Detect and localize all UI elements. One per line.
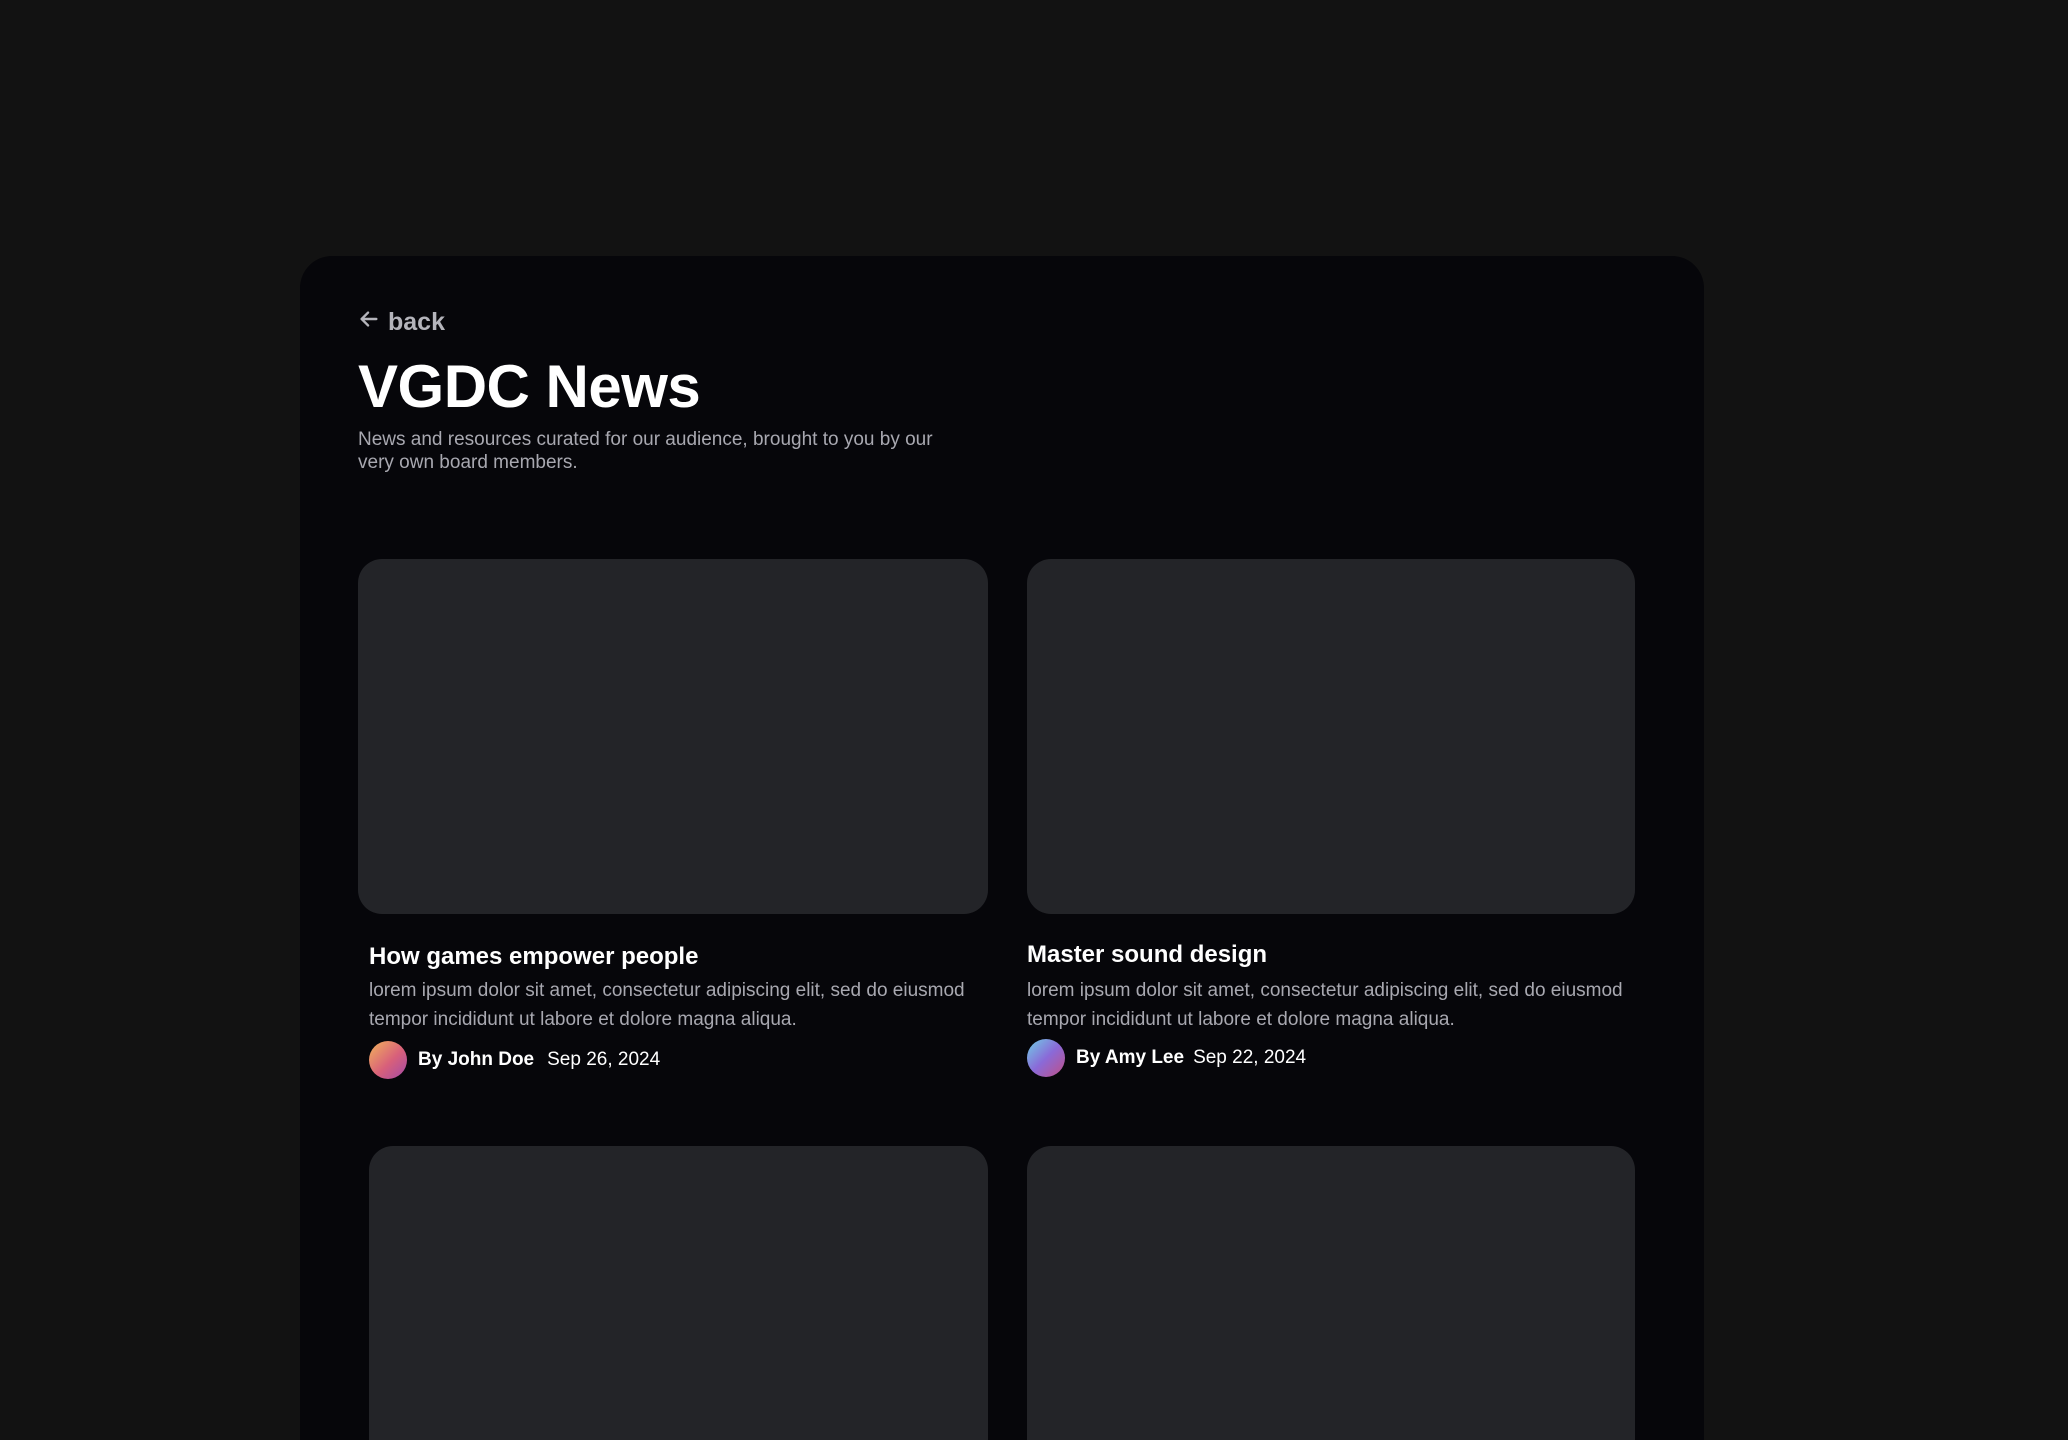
article-thumbnail[interactable] <box>1027 1146 1635 1440</box>
page-title: VGDC News <box>358 353 701 420</box>
article-card[interactable] <box>369 1146 988 1440</box>
article-thumbnail[interactable] <box>1027 559 1635 914</box>
author-avatar <box>1027 1039 1065 1077</box>
publish-date: Sep 22, 2024 <box>1193 1047 1307 1068</box>
article-excerpt: lorem ipsum dolor sit amet, consectetur … <box>369 980 965 1030</box>
article-meta: By John Doe Sep 26, 2024 <box>369 1041 660 1079</box>
author-name: By Amy Lee <box>1076 1047 1185 1068</box>
article-card[interactable]: How games empower people lorem ipsum dol… <box>358 559 988 1109</box>
news-panel: back VGDC News News and resources curate… <box>300 256 1704 1440</box>
article-title[interactable]: Master sound design <box>1027 941 1267 969</box>
article-thumbnail[interactable] <box>358 559 988 914</box>
author-name: By John Doe <box>418 1049 535 1070</box>
article-card[interactable] <box>1027 1146 1635 1440</box>
article-meta: By Amy Lee Sep 22, 2024 <box>1027 1039 1306 1077</box>
article-thumbnail[interactable] <box>369 1146 988 1440</box>
page-subtitle: News and resources curated for our audie… <box>358 429 933 473</box>
article-title[interactable]: How games empower people <box>369 943 698 971</box>
back-link[interactable]: back <box>358 308 445 337</box>
back-label: back <box>388 308 445 336</box>
article-excerpt: lorem ipsum dolor sit amet, consectetur … <box>1027 980 1623 1030</box>
author-avatar <box>369 1041 407 1079</box>
article-card[interactable]: Master sound design lorem ipsum dolor si… <box>1027 559 1635 1109</box>
publish-date: Sep 26, 2024 <box>547 1049 661 1070</box>
arrow-left-icon <box>358 308 380 337</box>
